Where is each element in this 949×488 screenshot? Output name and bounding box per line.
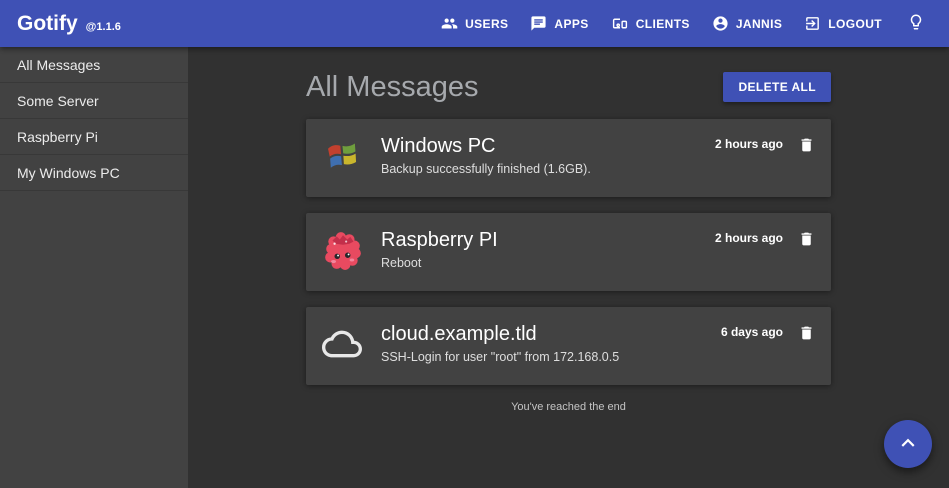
users-icon xyxy=(441,15,458,32)
delete-all-button[interactable]: DELETE ALL xyxy=(723,72,831,102)
end-of-list-text: You've reached the end xyxy=(306,401,831,413)
brand: Gotify @1.1.6 xyxy=(0,12,121,36)
message-text: Backup successfully finished (1.6GB). xyxy=(381,162,715,176)
chevron-up-icon xyxy=(895,430,921,459)
brand-name: Gotify xyxy=(17,12,78,36)
raspberry-icon xyxy=(322,227,364,273)
message-timestamp: 6 days ago xyxy=(721,324,783,340)
message-app-title: cloud.example.tld xyxy=(381,322,721,346)
nav-logout-label: LOGOUT xyxy=(828,17,882,31)
message-card: cloud.example.tld SSH-Login for user "ro… xyxy=(306,307,831,385)
delete-message-button[interactable] xyxy=(798,230,815,251)
message-body: Raspberry PI Reboot xyxy=(381,227,715,277)
message-app-title: Raspberry PI xyxy=(381,228,715,252)
nav-clients-button[interactable]: CLIENTS xyxy=(600,7,701,40)
nav-user-label: JANNIS xyxy=(736,17,782,31)
sidebar-item-my-windows-pc[interactable]: My Windows PC xyxy=(0,155,188,191)
message-card: Raspberry PI Reboot 2 hours ago xyxy=(306,213,831,291)
sidebar-item-some-server[interactable]: Some Server xyxy=(0,83,188,119)
brand-version: @1.1.6 xyxy=(86,21,121,33)
sidebar: All Messages Some Server Raspberry Pi My… xyxy=(0,47,188,488)
message-body: cloud.example.tld SSH-Login for user "ro… xyxy=(381,321,721,371)
delete-message-button[interactable] xyxy=(798,136,815,157)
page-title: All Messages xyxy=(306,71,478,104)
account-icon xyxy=(712,15,729,32)
windows-logo-icon xyxy=(322,133,364,179)
message-card: Windows PC Backup successfully finished … xyxy=(306,119,831,197)
message-body: Windows PC Backup successfully finished … xyxy=(381,133,715,183)
theme-lightbulb-icon xyxy=(907,19,925,34)
apps-icon xyxy=(530,15,547,32)
trash-icon xyxy=(798,142,815,157)
trash-icon xyxy=(798,330,815,345)
page-header: All Messages DELETE ALL xyxy=(306,72,831,102)
sidebar-item-raspberry-pi[interactable]: Raspberry Pi xyxy=(0,119,188,155)
nav-user-button[interactable]: JANNIS xyxy=(701,7,793,40)
trash-icon xyxy=(798,236,815,251)
nav-users-button[interactable]: USERS xyxy=(430,7,519,40)
sidebar-item-all-messages[interactable]: All Messages xyxy=(0,47,188,83)
message-timestamp: 2 hours ago xyxy=(715,230,783,246)
message-app-title: Windows PC xyxy=(381,134,715,158)
delete-message-button[interactable] xyxy=(798,324,815,345)
nav-users-label: USERS xyxy=(465,17,508,31)
message-meta: 6 days ago xyxy=(721,321,815,371)
clients-icon xyxy=(611,15,629,32)
message-text: SSH-Login for user "root" from 172.168.0… xyxy=(381,350,721,364)
main-area: All Messages DELETE ALL xyxy=(188,47,949,488)
nav-clients-label: CLIENTS xyxy=(636,17,690,31)
navbar-actions: USERS APPS CLIENTS JANNIS LOGOUT xyxy=(430,5,949,42)
message-list: Windows PC Backup successfully finished … xyxy=(306,119,831,385)
scroll-to-top-button[interactable] xyxy=(884,420,932,468)
theme-toggle-button[interactable] xyxy=(893,5,935,42)
logout-icon xyxy=(804,15,821,32)
cloud-icon xyxy=(322,321,364,367)
nav-apps-label: APPS xyxy=(554,17,588,31)
message-text: Reboot xyxy=(381,256,715,270)
top-navbar: Gotify @1.1.6 USERS APPS CLIENTS JANNIS … xyxy=(0,0,949,47)
message-timestamp: 2 hours ago xyxy=(715,136,783,152)
message-meta: 2 hours ago xyxy=(715,227,815,277)
nav-logout-button[interactable]: LOGOUT xyxy=(793,7,893,40)
message-meta: 2 hours ago xyxy=(715,133,815,183)
nav-apps-button[interactable]: APPS xyxy=(519,7,599,40)
